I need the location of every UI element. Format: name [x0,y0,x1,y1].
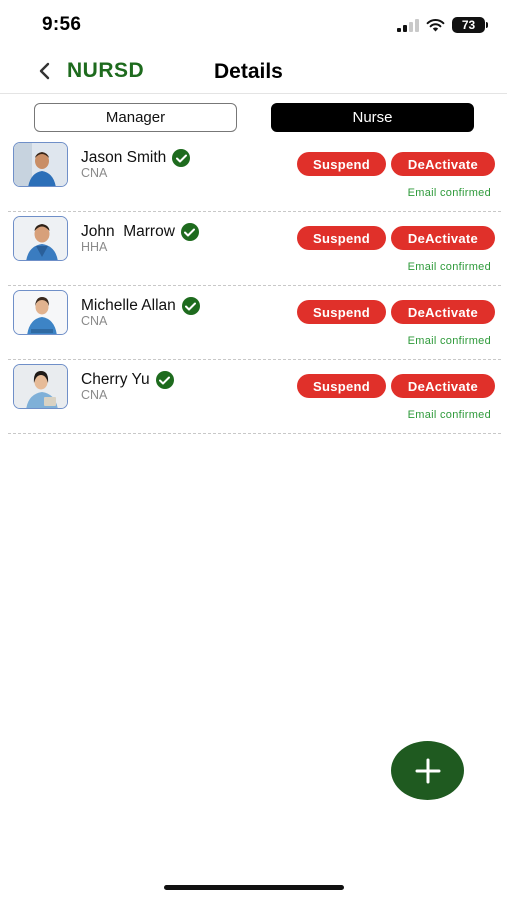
home-indicator[interactable] [164,885,344,890]
nurse-role: CNA [81,166,108,180]
verified-check-icon [172,149,191,167]
nurse-name: Jason Smith [81,149,167,166]
nav-header: NURSD Details [0,50,507,94]
name-line: Cherry Yu [81,371,174,389]
verified-check-icon [155,371,174,389]
name-line: Michelle Allan [81,297,200,315]
avatar [13,290,68,335]
tab-nurse[interactable]: Nurse [271,103,474,132]
list-item: John Marrow HHA Suspend DeActivate Email… [8,212,501,286]
suspend-button[interactable]: Suspend [297,152,386,176]
name-line: Jason Smith [81,149,191,167]
status-time: 9:56 [42,14,82,35]
nurse-role: CNA [81,388,108,402]
nurse-list: Jason Smith CNA Suspend DeActivate Email… [0,138,507,434]
verified-check-icon [181,297,200,315]
email-status: Email confirmed [407,335,491,347]
nurse-name: John Marrow [81,223,175,240]
tab-nurse-label: Nurse [352,109,393,126]
avatar [13,364,68,409]
nurse-role: CNA [81,314,108,328]
back-chevron-icon[interactable] [34,58,54,84]
status-icons: 73 [397,17,488,33]
email-status: Email confirmed [407,261,491,273]
brand-logo-text: NURSD [67,59,145,82]
plus-icon [415,758,440,783]
email-status: Email confirmed [407,409,491,421]
page-title: Details [214,60,283,83]
avatar [13,216,68,261]
name-line: John Marrow [81,223,199,241]
signal-icon [397,18,419,32]
deactivate-button[interactable]: DeActivate [391,152,495,176]
tab-manager[interactable]: Manager [34,103,237,132]
list-item: Cherry Yu CNA Suspend DeActivate Email c… [8,360,501,434]
status-bar: 9:56 73 [0,0,507,48]
battery-level: 73 [461,18,476,32]
avatar [13,142,68,187]
email-status: Email confirmed [407,187,491,199]
suspend-button[interactable]: Suspend [297,374,386,398]
add-nurse-button[interactable] [391,741,464,800]
nurse-name: Cherry Yu [81,371,150,388]
list-item: Jason Smith CNA Suspend DeActivate Email… [8,138,501,212]
deactivate-button[interactable]: DeActivate [391,300,495,324]
suspend-button[interactable]: Suspend [297,300,386,324]
nurse-name: Michelle Allan [81,297,176,314]
verified-check-icon [180,223,199,241]
battery-icon: 73 [452,17,488,33]
nurse-role: HHA [81,240,108,254]
deactivate-button[interactable]: DeActivate [391,226,495,250]
tab-manager-label: Manager [105,109,166,126]
wifi-icon [426,19,445,32]
list-item: Michelle Allan CNA Suspend DeActivate Em… [8,286,501,360]
deactivate-button[interactable]: DeActivate [391,374,495,398]
suspend-button[interactable]: Suspend [297,226,386,250]
